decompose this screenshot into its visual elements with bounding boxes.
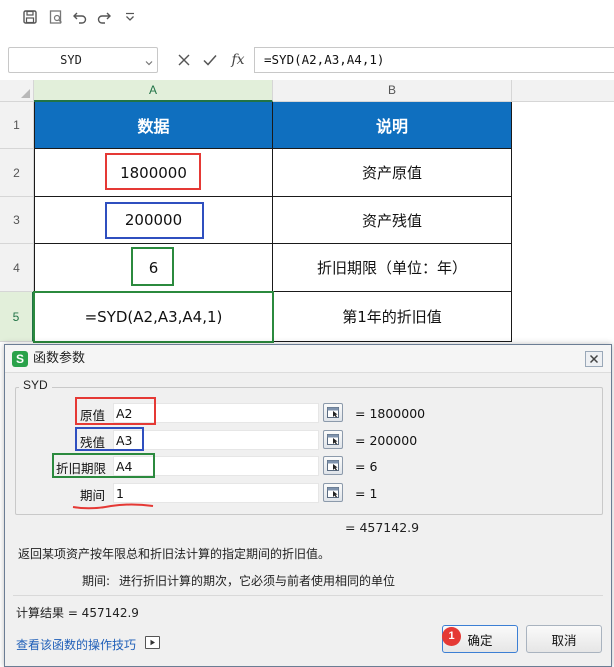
row-header-5[interactable]: 5	[0, 292, 34, 342]
param-name: 期间:	[82, 574, 111, 588]
insert-function-icon[interactable]: fx	[226, 51, 250, 69]
arg-result-salvage: = 200000	[355, 433, 418, 448]
blue-highlight-box	[105, 202, 204, 239]
quick-access-toolbar	[0, 0, 614, 34]
formula-input[interactable]: =SYD(A2,A3,A4,1)	[254, 47, 614, 73]
divider	[13, 595, 603, 596]
video-tip-icon[interactable]	[145, 636, 160, 649]
function-description: 返回某项资产按年限总和折旧法计算的指定期间的折旧值。	[18, 547, 331, 561]
param-description: 进行折旧计算的期次，它必须与前者使用相同的单位	[119, 574, 396, 588]
cancel-button[interactable]: 取消	[526, 625, 602, 653]
cell-b4[interactable]: 折旧期限（单位：年）	[273, 244, 512, 292]
cell-reference-picker-icon[interactable]	[323, 430, 343, 449]
column-header-b[interactable]: B	[273, 80, 512, 102]
cell-b1[interactable]: 说明	[273, 102, 512, 149]
calc-result: 计算结果 = 457142.9	[16, 606, 139, 620]
function-arguments-dialog: S 函数参数 SYD 原值 A2 = 1800000 残值 A3 = 20000…	[4, 344, 612, 667]
cell-reference-picker-icon[interactable]	[323, 456, 343, 475]
green-highlight-box	[52, 453, 155, 478]
select-all-corner[interactable]	[0, 80, 34, 102]
cell-b5[interactable]: 第1年的折旧值	[273, 292, 512, 342]
customize-dropdown-icon[interactable]	[119, 6, 141, 28]
cell-a1[interactable]: 数据	[34, 102, 273, 149]
help-link[interactable]: 查看该函数的操作技巧	[16, 636, 136, 653]
undo-icon[interactable]	[69, 6, 91, 28]
cell-b3[interactable]: 资产残值	[273, 197, 512, 244]
arg-result-life: = 6	[355, 459, 378, 474]
confirm-check-icon[interactable]	[200, 51, 220, 69]
arg-result-cost: = 1800000	[355, 406, 426, 421]
fx-label: fx	[231, 52, 245, 68]
redo-icon[interactable]	[93, 6, 115, 28]
formula-result-value: = 457142.9	[345, 520, 420, 535]
red-highlight-box	[75, 397, 156, 425]
red-underline-mark	[72, 503, 154, 510]
red-highlight-box	[105, 153, 201, 190]
column-header-a[interactable]: A	[34, 80, 273, 102]
name-box-value: SYD	[60, 53, 82, 67]
row-header-1[interactable]: 1	[0, 102, 34, 149]
blue-highlight-box	[75, 427, 144, 451]
step-badge: 1	[442, 627, 461, 646]
cell-reference-picker-icon[interactable]	[323, 483, 343, 502]
green-highlight-box	[131, 247, 174, 286]
save-icon[interactable]	[19, 6, 41, 28]
dialog-title: 函数参数	[33, 351, 86, 366]
function-name: SYD	[19, 378, 52, 392]
row-header-4[interactable]: 4	[0, 244, 34, 292]
cell-b2[interactable]: 资产原值	[273, 149, 512, 197]
formula-bar: SYD fx =SYD(A2,A3,A4,1)	[0, 44, 614, 76]
print-preview-icon[interactable]	[45, 6, 67, 28]
column-header-c[interactable]	[512, 80, 614, 102]
dialog-title-bar: S 函数参数	[5, 345, 611, 373]
name-box[interactable]: SYD	[8, 47, 158, 73]
row-header-3[interactable]: 3	[0, 197, 34, 244]
close-icon[interactable]	[585, 351, 603, 367]
arg-result-period: = 1	[355, 486, 378, 501]
active-cell-selection	[33, 291, 274, 343]
wps-logo-icon: S	[12, 351, 28, 367]
chevron-down-icon[interactable]	[145, 56, 153, 71]
cancel-icon[interactable]	[174, 51, 194, 69]
row-header-2[interactable]: 2	[0, 149, 34, 197]
cell-reference-picker-icon[interactable]	[323, 403, 343, 422]
